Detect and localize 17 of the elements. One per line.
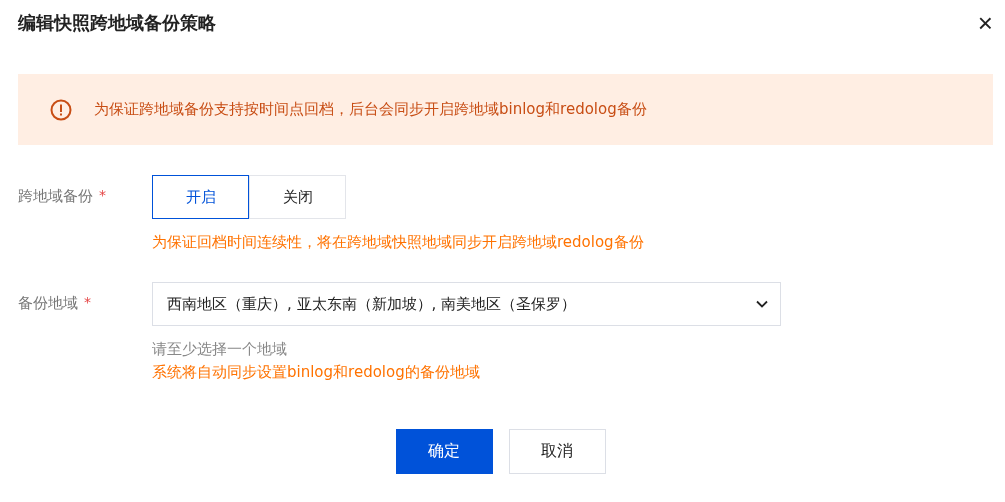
required-mark: * bbox=[84, 294, 91, 310]
segment-option[interactable]: 关闭 bbox=[249, 175, 346, 219]
hint-text: 系统将自动同步设置binlog和redolog的备份地域 bbox=[152, 363, 481, 382]
close-button[interactable]: × bbox=[977, 10, 993, 36]
hint-text: 请至少选择一个地域 bbox=[152, 340, 288, 359]
cancel-button[interactable]: 取消 bbox=[508, 429, 606, 474]
alert-message: 为保证跨地域备份支持按时间点回档，后台会同步开启跨地域binlog和redolog备份 bbox=[94, 100, 647, 119]
segment-option[interactable]: 开启 bbox=[152, 175, 249, 219]
field-label: 备份地域 bbox=[18, 294, 78, 313]
dialog-title: 编辑快照跨地域备份策略 bbox=[18, 11, 216, 35]
warning-icon bbox=[50, 98, 72, 121]
confirm-button[interactable]: 确定 bbox=[395, 429, 493, 474]
required-mark: * bbox=[99, 187, 106, 203]
chevron-down-icon bbox=[756, 300, 768, 308]
region-select[interactable]: 西南地区（重庆）, 亚太东南（新加坡）, 南美地区（圣保罗） bbox=[152, 282, 781, 326]
hint-text: 为保证回档时间连续性，将在跨地域快照地域同步开启跨地域redolog备份 bbox=[152, 233, 644, 252]
field-label: 跨地域备份 bbox=[18, 187, 93, 206]
